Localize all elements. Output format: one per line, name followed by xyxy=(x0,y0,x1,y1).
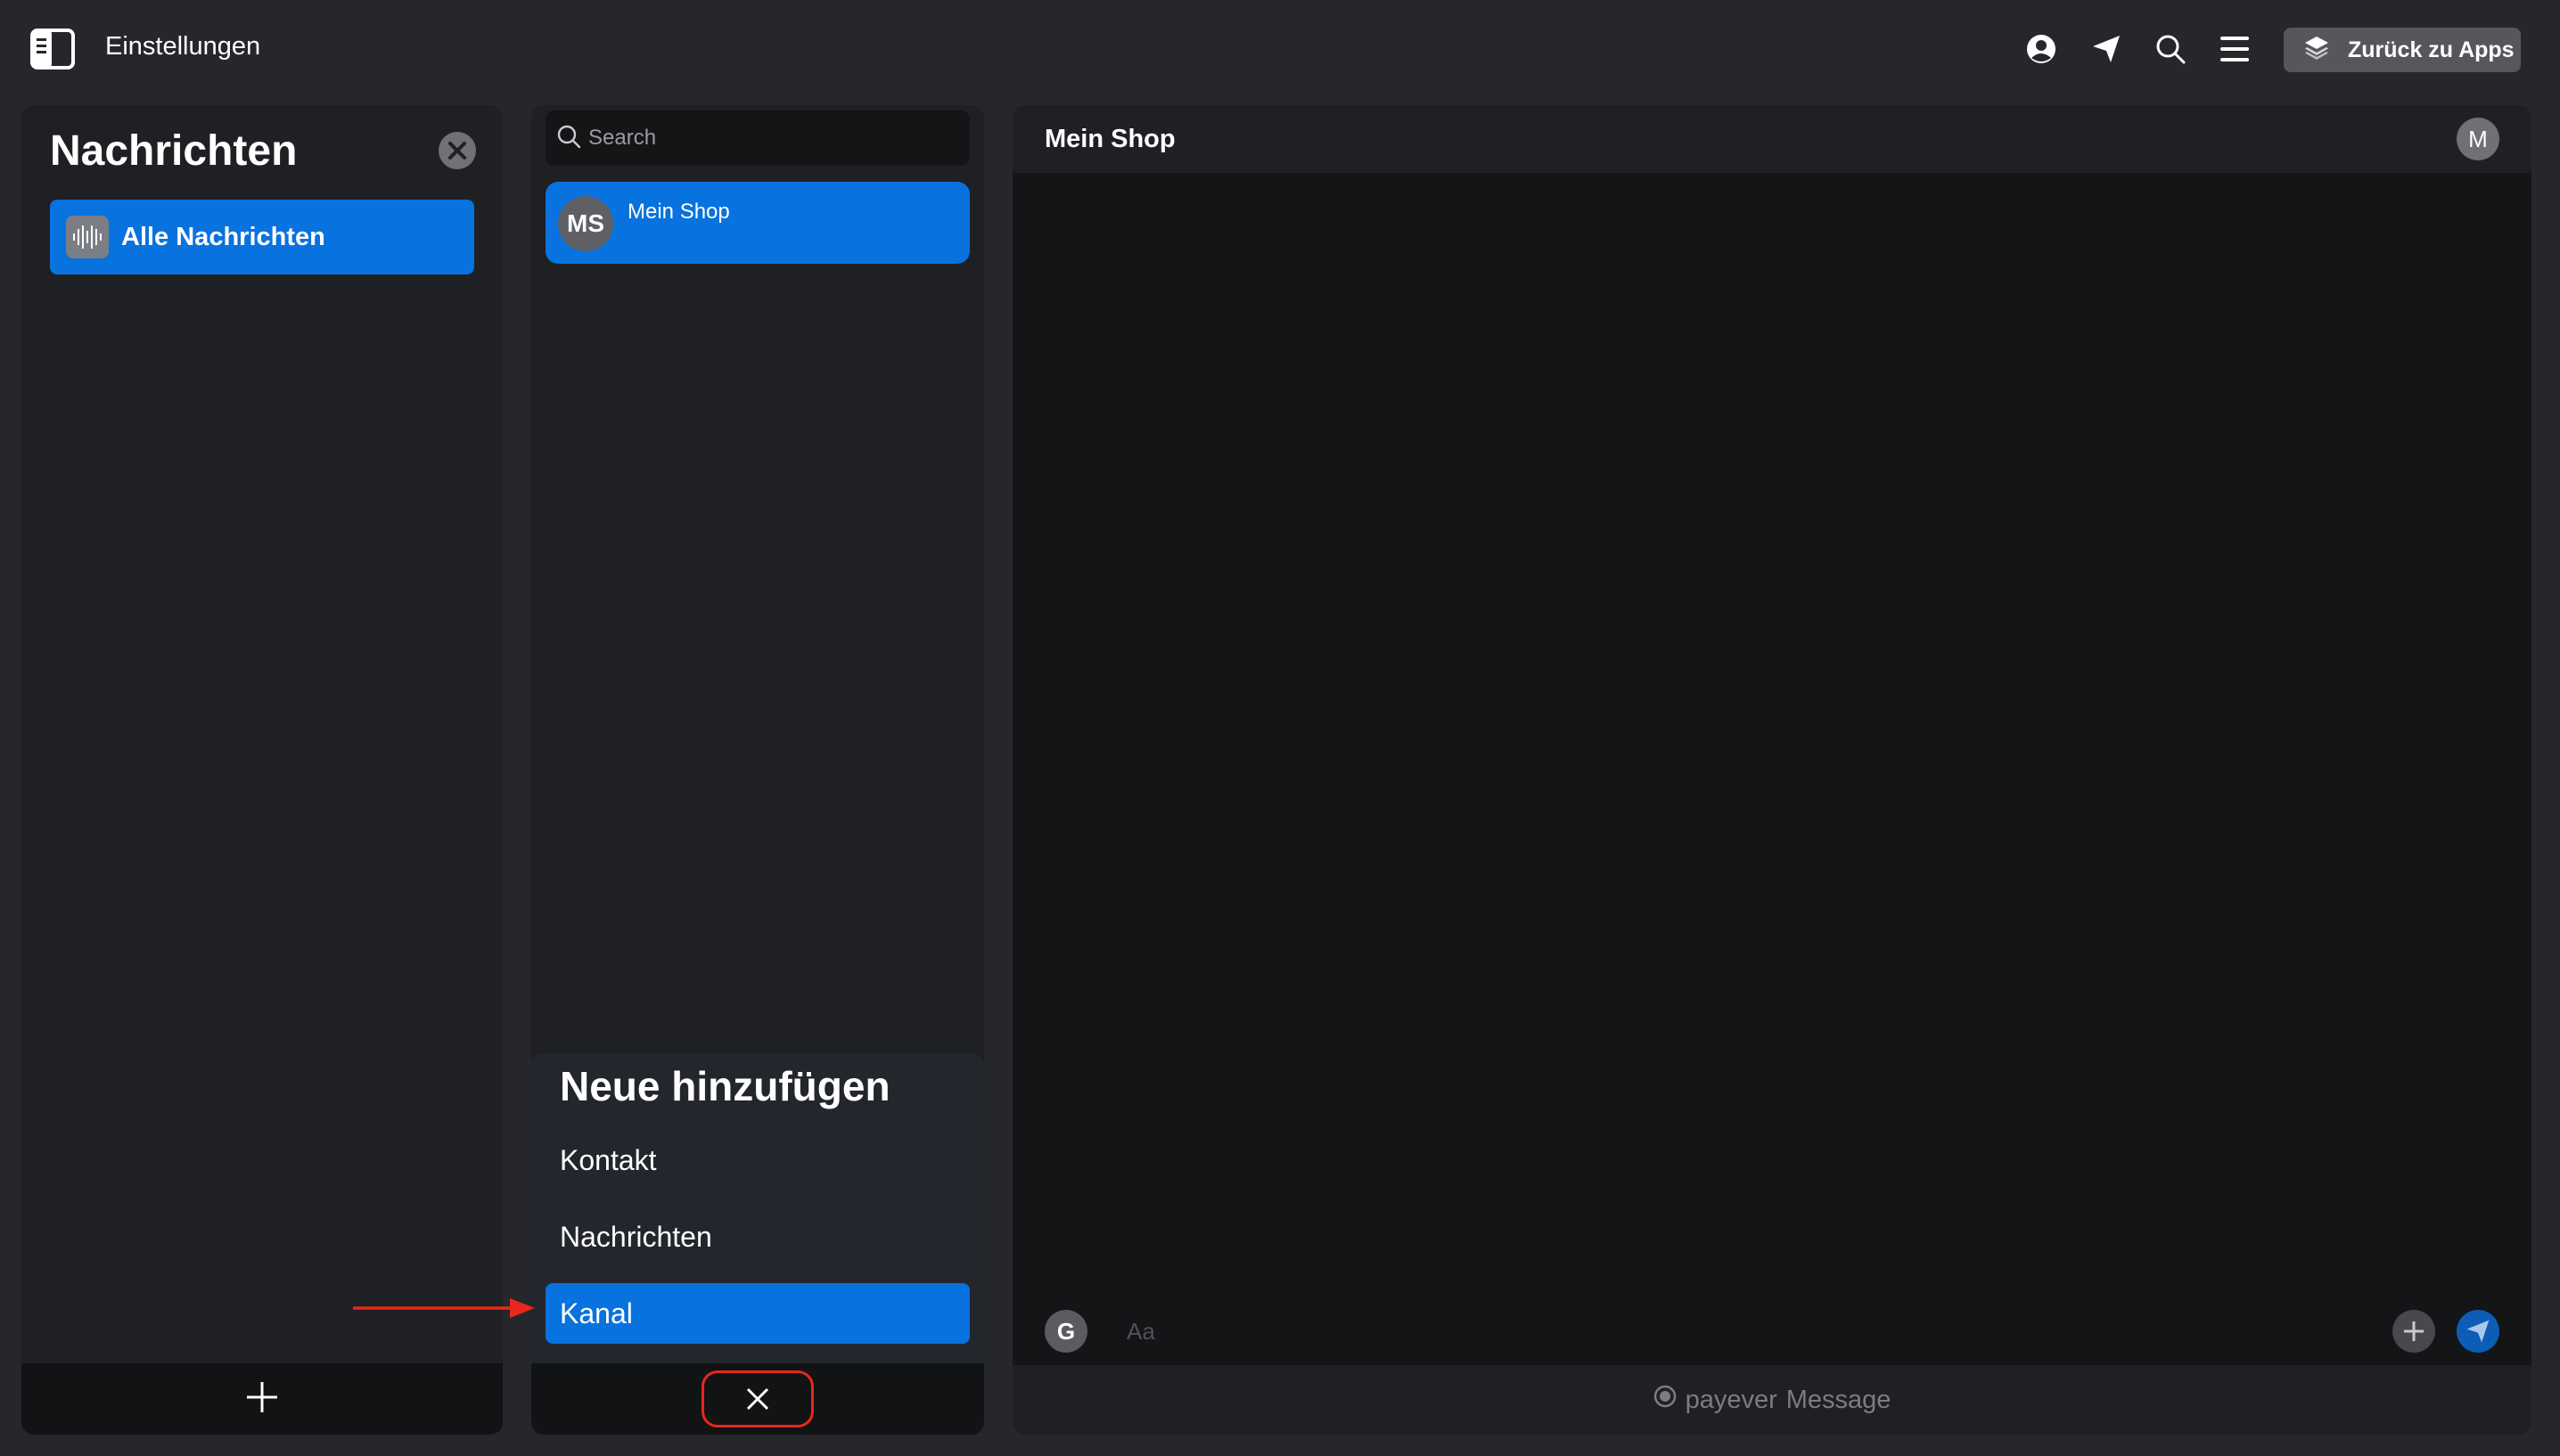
search-box[interactable] xyxy=(546,110,970,166)
top-bar: Einstellungen Zurück zu Apps xyxy=(0,0,2560,98)
product-name: Message xyxy=(1785,1385,1891,1414)
chat-header: Mein Shop M xyxy=(1013,105,2531,173)
search-icon xyxy=(556,124,581,153)
account-icon[interactable] xyxy=(2023,30,2060,68)
plus-icon xyxy=(2404,1321,2424,1341)
sidebar-panel: Nachrichten Alle Nachrichten xyxy=(21,105,503,1435)
add-new-menu: Neue hinzufügen Kontakt Nachrichten Kana… xyxy=(531,1053,984,1365)
search-input[interactable] xyxy=(588,126,945,151)
send-icon[interactable] xyxy=(2088,30,2125,68)
message-composer: G xyxy=(1013,1299,2531,1365)
conversation-item[interactable]: MS Mein Shop xyxy=(546,182,970,264)
conversation-name: Mein Shop xyxy=(628,200,730,224)
composer-avatar[interactable]: G xyxy=(1045,1310,1087,1353)
chat-title: Mein Shop xyxy=(1045,125,1176,153)
page-title: Einstellungen xyxy=(105,32,261,61)
annotation-arrow-icon xyxy=(353,1296,535,1321)
conversation-list-panel: MS Mein Shop Neue hinzufügen Kontakt Nac… xyxy=(531,105,984,1435)
sidebar-footer xyxy=(21,1363,503,1435)
sidebar-item-all-messages[interactable]: Alle Nachrichten xyxy=(50,200,474,274)
menu-item-messages[interactable]: Nachrichten xyxy=(546,1207,970,1267)
user-avatar[interactable]: M xyxy=(2457,118,2499,160)
brand-footer: payever Message xyxy=(1013,1365,2531,1435)
brand-name: payever xyxy=(1685,1385,1777,1414)
close-sidebar-button[interactable] xyxy=(439,132,476,169)
close-icon xyxy=(448,142,466,160)
voice-wave-icon xyxy=(66,216,109,258)
conversation-list-footer xyxy=(531,1363,984,1435)
avatar: MS xyxy=(558,196,613,251)
chat-panel: Mein Shop M G payever Message xyxy=(1013,105,2531,1435)
add-new-menu-title: Neue hinzufügen xyxy=(560,1063,890,1109)
close-menu-button[interactable] xyxy=(702,1370,814,1427)
send-icon xyxy=(2466,1320,2490,1343)
back-to-apps-button[interactable]: Zurück zu Apps xyxy=(2284,28,2521,72)
menu-icon[interactable] xyxy=(2216,30,2253,68)
message-area xyxy=(1013,173,2531,1365)
close-icon xyxy=(746,1387,769,1411)
back-to-apps-label: Zurück zu Apps xyxy=(2348,37,2515,62)
layers-icon xyxy=(2303,34,2330,67)
payever-logo-icon xyxy=(1653,1385,1677,1415)
sidebar-toggle-icon[interactable] xyxy=(30,29,75,70)
menu-item-channel[interactable]: Kanal xyxy=(546,1283,970,1344)
attach-button[interactable] xyxy=(2392,1310,2435,1353)
sidebar-item-label: Alle Nachrichten xyxy=(121,222,325,251)
add-icon[interactable] xyxy=(244,1379,280,1419)
send-button[interactable] xyxy=(2457,1310,2499,1353)
message-input[interactable] xyxy=(1127,1313,2285,1349)
sidebar-heading: Nachrichten xyxy=(50,127,298,175)
search-icon[interactable] xyxy=(2152,30,2189,68)
menu-item-contact[interactable]: Kontakt xyxy=(546,1130,970,1190)
